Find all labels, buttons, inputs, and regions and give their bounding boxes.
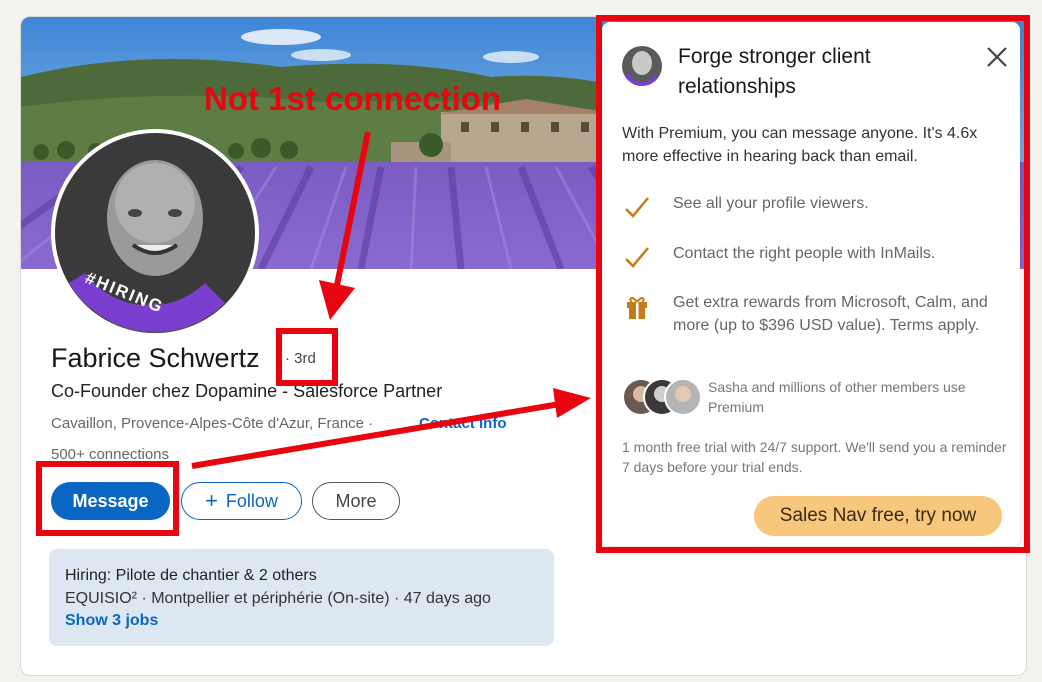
- profile-headline: Co-Founder chez Dopamine - Salesforce Pa…: [51, 381, 443, 401]
- annotation-box-degree: [276, 328, 338, 386]
- more-button[interactable]: More: [312, 482, 400, 520]
- follow-label: Follow: [225, 490, 278, 511]
- show-jobs-link[interactable]: Show 3 jobs: [65, 612, 158, 630]
- annotation-box-popup: [596, 15, 1030, 553]
- profile-avatar[interactable]: #HIRING: [51, 129, 259, 337]
- follow-button[interactable]: + Follow: [181, 482, 302, 520]
- hiring-title: Hiring: Pilote de chantier & 2 others: [65, 567, 317, 584]
- profile-name: Fabrice Schwertz: [51, 343, 260, 373]
- annotation-label: Not 1st connection: [204, 80, 502, 117]
- hiring-subtitle: EQUISIO² · Montpellier et périphérie (On…: [65, 590, 491, 607]
- contact-info-link[interactable]: Contact info: [419, 415, 507, 432]
- annotation-box-message: [36, 461, 179, 536]
- plus-icon: +: [205, 488, 218, 513]
- hiring-card[interactable]: Hiring: Pilote de chantier & 2 others EQ…: [49, 549, 554, 646]
- profile-location: Cavaillon, Provence-Alpes-Côte d'Azur, F…: [51, 415, 374, 432]
